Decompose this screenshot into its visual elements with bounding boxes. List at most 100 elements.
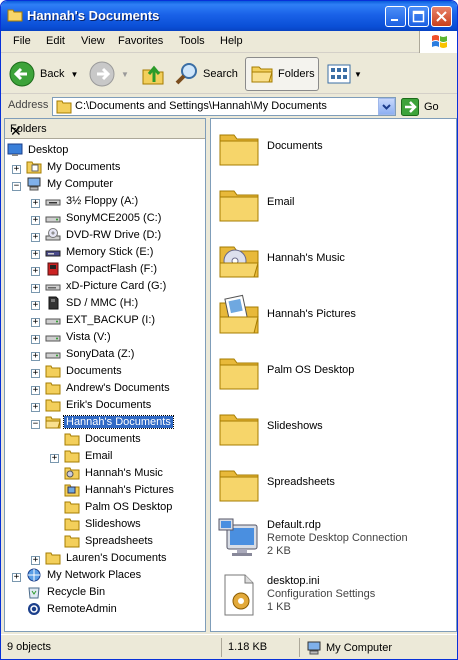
expand-icon[interactable]: + [31,318,40,327]
expand-icon[interactable]: + [50,454,59,463]
collapse-icon[interactable]: − [31,420,40,429]
pictures-folder-icon [64,484,80,496]
tree-item-drive-c[interactable]: SonyMCE2005 (C:) [45,209,163,226]
tree-item-hannah-documents[interactable]: Documents [64,430,143,447]
tree-item-spreadsheets[interactable]: Spreadsheets [64,532,155,549]
minimize-button[interactable] [385,6,406,27]
menu-help[interactable]: Help [220,35,243,47]
tree-item-drive-v[interactable]: Vista (V:) [45,328,113,345]
network-icon [27,568,41,581]
search-button[interactable]: Search [175,57,239,91]
folder-icon [64,535,80,547]
tree-item-andrews-documents[interactable]: Andrew's Documents [45,379,172,396]
tree-item-drive-d[interactable]: DVD-RW Drive (D:) [45,226,163,243]
expand-icon[interactable]: + [31,403,40,412]
folder-icon [64,518,80,530]
expand-icon[interactable]: + [31,284,40,293]
tree-item-floppy[interactable]: 3½ Floppy (A:) [45,192,140,209]
tree-label: SonyData (Z:) [66,347,135,360]
status-zone: My Computer [299,638,457,657]
folder-icon [219,190,259,222]
standard-toolbar: Back ▼ ▼ Search Folders ▼ [1,54,457,94]
go-button[interactable]: Go [401,97,439,116]
tree-item-drive-h[interactable]: SD / MMC (H:) [45,294,140,311]
tree-item-drive-g[interactable]: xD-Picture Card (G:) [45,277,168,294]
views-dropdown-icon[interactable]: ▼ [354,70,362,79]
tree-item-drive-e[interactable]: Memory Stick (E:) [45,243,155,260]
go-arrow-icon [401,97,419,116]
collapse-icon[interactable]: − [12,182,21,191]
tree-item-my-documents[interactable]: My Documents [26,158,122,175]
floppy-drive-icon [45,199,61,205]
address-input[interactable]: C:\Documents and Settings\Hannah\My Docu… [52,97,396,116]
expand-icon[interactable]: + [31,386,40,395]
up-folder-button[interactable] [141,57,165,91]
tree-item-drive-z[interactable]: SonyData (Z:) [45,345,136,362]
tree-item-documents[interactable]: Documents [45,362,124,379]
expand-icon[interactable]: + [31,335,40,344]
menu-edit[interactable]: Edit [46,35,65,47]
expand-icon[interactable]: + [31,233,40,242]
maximize-button[interactable] [408,6,429,27]
expand-icon[interactable]: + [31,267,40,276]
expand-icon[interactable]: + [31,352,40,361]
tree-item-palm-os-desktop[interactable]: Palm OS Desktop [64,498,174,515]
address-dropdown-button[interactable] [378,98,395,115]
menu-bar: File Edit View Favorites Tools Help [1,31,457,53]
back-button[interactable]: Back ▼ [9,57,79,91]
tree-item-my-computer[interactable]: My Computer [26,175,115,192]
tree-item-slideshows[interactable]: Slideshows [64,515,143,532]
tree-item-hannahs-music[interactable]: Hannah's Music [64,464,165,481]
file-item-slideshows[interactable]: Slideshows [217,405,453,455]
file-item-hannahs-music[interactable]: Hannah's Music [217,237,453,287]
close-pane-button[interactable]: ✕ [10,123,197,140]
expand-icon[interactable]: + [31,199,40,208]
tree-label: Documents [85,432,141,445]
folder-tree: Desktop + My Documents − My Computer + 3… [5,140,205,630]
forward-dropdown-icon[interactable]: ▼ [121,70,129,79]
tree-label: Hannah's Music [85,466,163,479]
file-item-email[interactable]: Email [217,181,453,231]
expand-icon[interactable]: + [31,556,40,565]
music-folder-icon [219,246,259,278]
tree-item-email[interactable]: Email [64,447,115,464]
expand-icon[interactable]: + [31,301,40,310]
expand-icon[interactable]: + [12,165,21,174]
folder-icon [64,501,80,513]
expand-icon[interactable]: + [31,216,40,225]
tree-item-eriks-documents[interactable]: Erik's Documents [45,396,153,413]
close-button[interactable] [431,6,452,27]
minimize-icon [391,19,398,21]
views-button[interactable]: ▼ [327,57,363,91]
tree-label: My Computer [47,177,114,190]
file-item-spreadsheets[interactable]: Spreadsheets [217,461,453,511]
folders-button[interactable]: Folders [245,57,319,91]
title-bar[interactable]: Hannah's Documents [1,1,457,31]
expand-icon[interactable]: + [31,369,40,378]
tree-item-drive-f[interactable]: CompactFlash (F:) [45,260,159,277]
file-item-documents[interactable]: Documents [217,125,453,175]
menu-tools[interactable]: Tools [179,35,205,47]
tree-item-desktop[interactable]: Desktop [7,141,70,158]
menu-file[interactable]: File [13,35,31,47]
expand-icon[interactable]: + [12,573,21,582]
forward-arrow-icon [89,61,115,87]
tree-item-hannahs-pictures[interactable]: Hannah's Pictures [64,481,176,498]
sd-card-icon [48,296,59,309]
file-item-desktop-ini[interactable]: desktop.ini Configuration Settings 1 KB [217,573,453,623]
tree-item-remoteadmin[interactable]: RemoteAdmin [26,600,119,617]
back-dropdown-icon[interactable]: ▼ [70,70,78,79]
tree-item-my-network-places[interactable]: My Network Places [26,566,143,583]
tree-item-hannahs-documents[interactable]: Hannah's Documents [45,413,174,430]
file-item-default-rdp[interactable]: Default.rdp Remote Desktop Connection 2 … [217,517,453,567]
expand-icon[interactable]: + [31,250,40,259]
forward-button[interactable]: ▼ [89,57,133,91]
menu-favorites[interactable]: Favorites [118,35,163,47]
menu-view[interactable]: View [81,35,105,47]
file-item-palm-os-desktop[interactable]: Palm OS Desktop [217,349,453,399]
file-name: desktop.ini [267,575,320,587]
tree-item-laurens-documents[interactable]: Lauren's Documents [45,549,169,566]
file-item-hannahs-pictures[interactable]: Hannah's Pictures [217,293,453,343]
tree-item-recycle-bin[interactable]: Recycle Bin [26,583,107,600]
tree-item-drive-i[interactable]: EXT_BACKUP (I:) [45,311,157,328]
